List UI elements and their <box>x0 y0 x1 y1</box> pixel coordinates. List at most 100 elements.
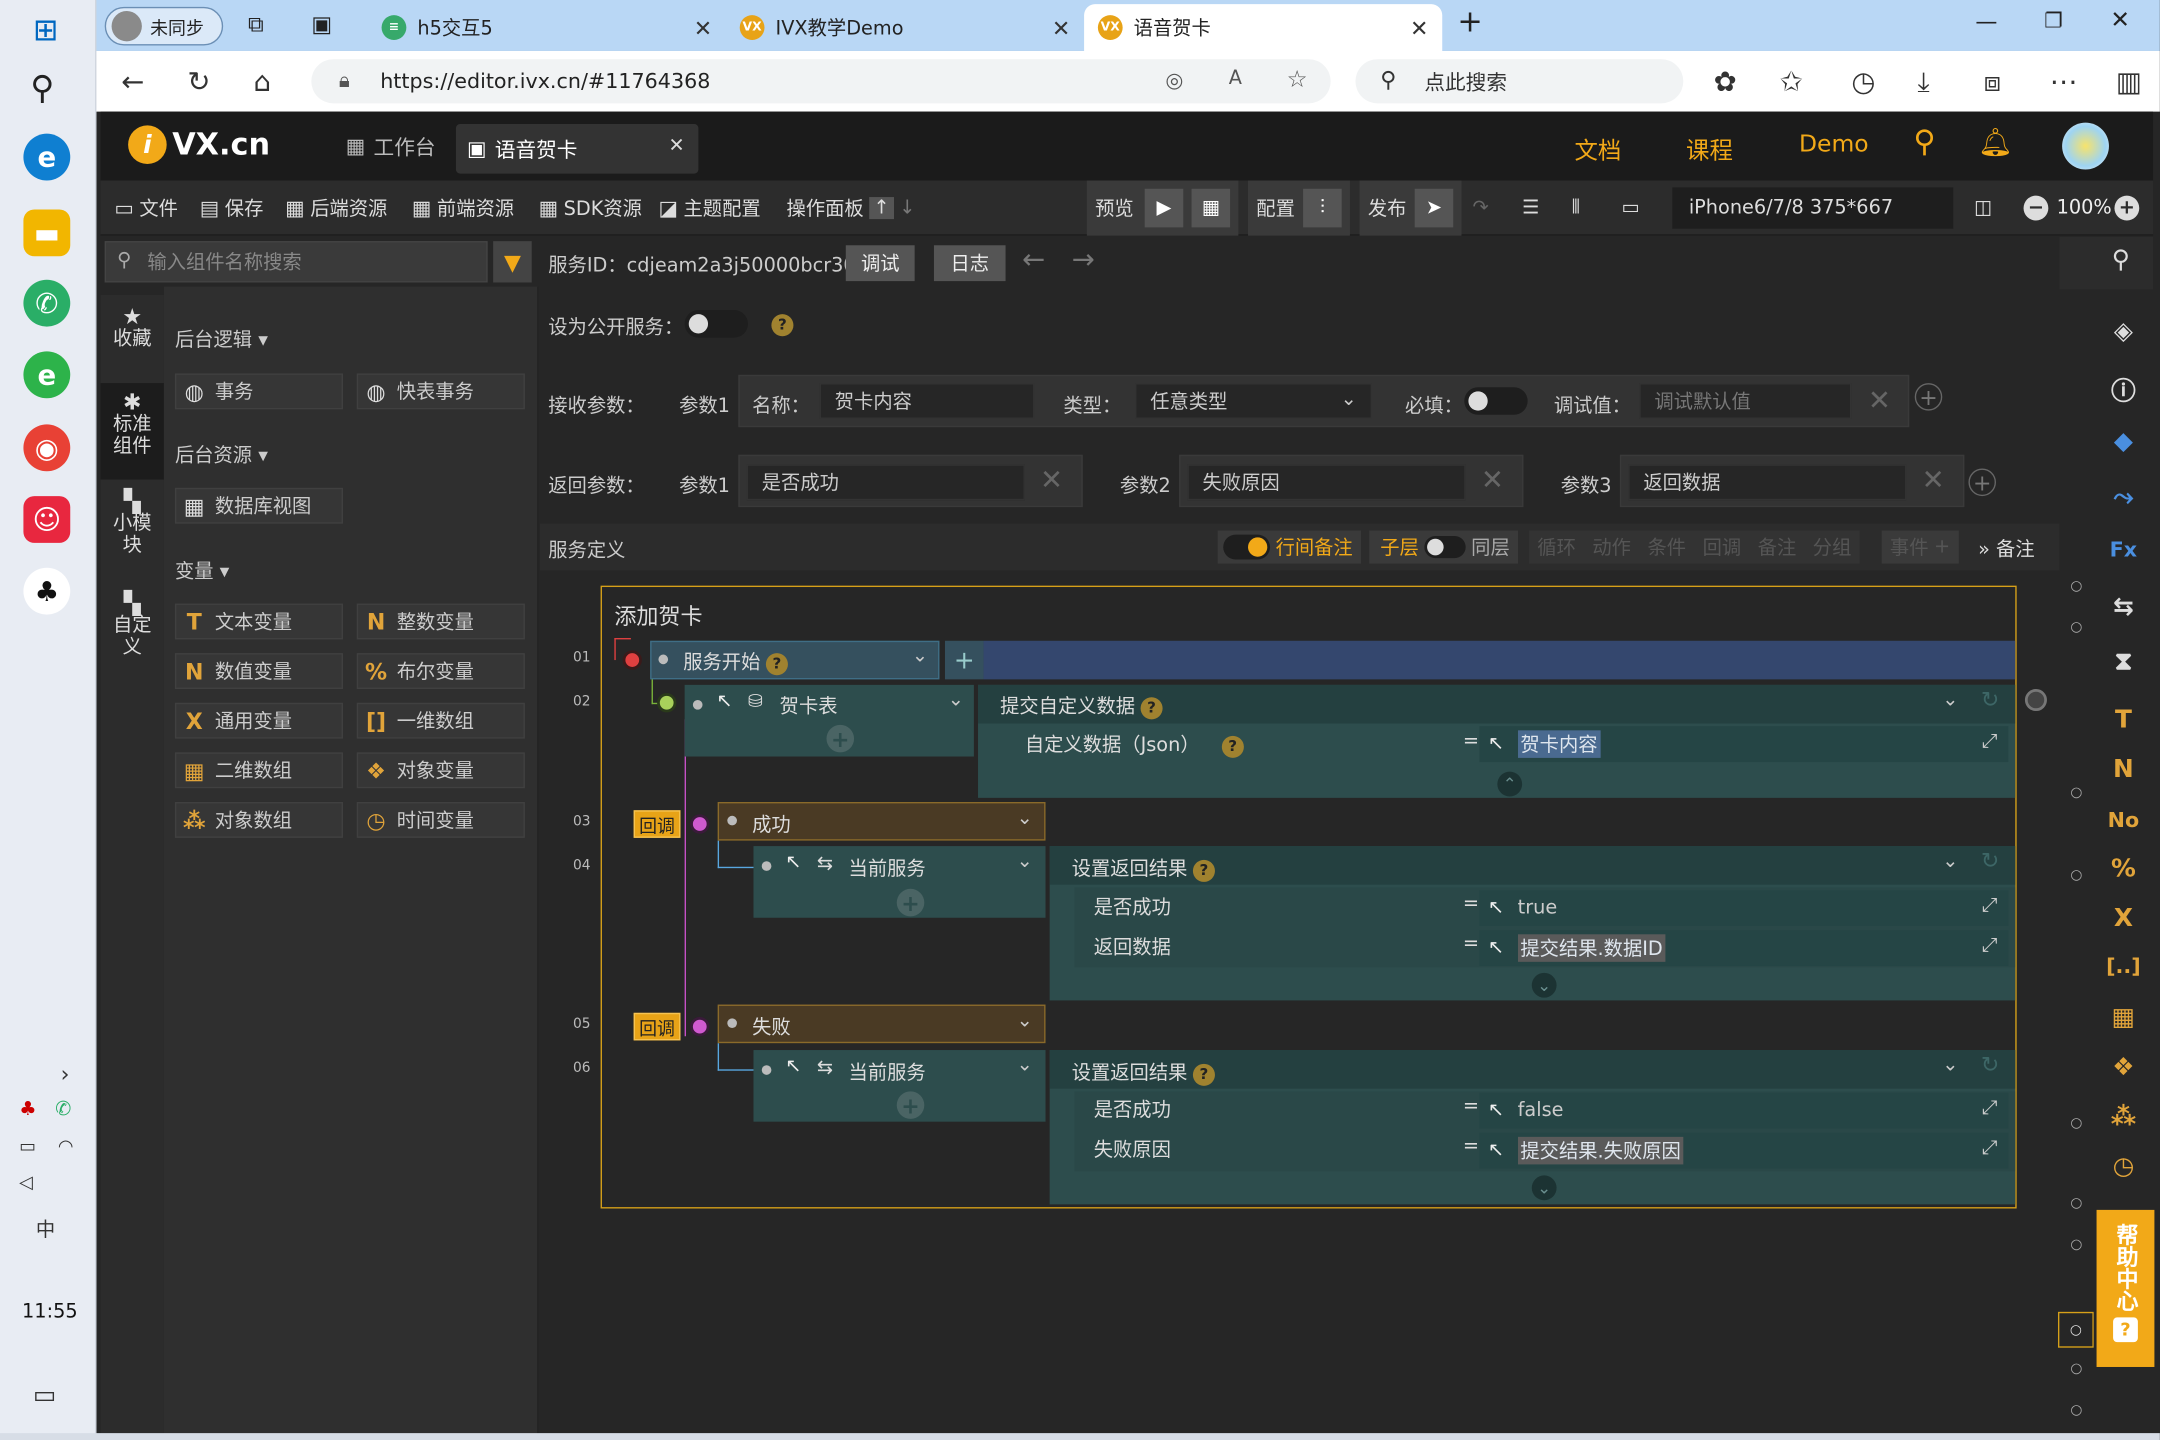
add-block-button[interactable]: + <box>944 640 984 680</box>
screenshot-icon[interactable]: ◫ <box>1974 181 1992 236</box>
tab-voice-card[interactable]: VX 语音贺卡 ✕ <box>1084 4 1443 51</box>
add-child-icon[interactable]: + <box>896 888 925 917</box>
refresh-icon[interactable]: ↻ <box>187 65 210 98</box>
chevron-down-icon[interactable]: ⌄ <box>1942 850 1958 872</box>
qrcode-icon[interactable]: ▦ <box>1191 188 1231 228</box>
refresh-icon[interactable]: ↻ <box>1981 1051 1999 1077</box>
zoom-in-icon[interactable]: + <box>2114 181 2140 236</box>
refresh-icon[interactable]: ↻ <box>1981 686 1999 712</box>
arrow-left-icon[interactable]: ← <box>1022 243 1045 276</box>
app-icon[interactable]: ☺ <box>23 496 71 543</box>
wifi-icon[interactable]: ◠ <box>58 1137 74 1158</box>
help-icon[interactable]: ? <box>1140 696 1163 719</box>
required-toggle[interactable] <box>1464 387 1528 415</box>
qq-icon[interactable]: ♣ <box>23 567 71 615</box>
collapse-up-icon[interactable]: ⌃ <box>1497 771 1523 797</box>
remove-param-icon[interactable]: ✕ <box>1481 463 1504 496</box>
new-tab-icon[interactable]: + <box>1457 6 1482 40</box>
number-var-icon[interactable]: No <box>2094 808 2153 833</box>
theme-config-button[interactable]: ◪ 主题配置 <box>658 181 760 236</box>
device-select[interactable]: iPhone6/7/8 375*667 <box>1672 187 1954 229</box>
rail-standard-components[interactable]: ✱ 标准 组件 <box>100 383 164 480</box>
collapse-down-icon[interactable]: ⌄ <box>1531 972 1557 998</box>
comp-time-var[interactable]: ◷ 时间变量 <box>356 801 525 838</box>
search-icon[interactable]: ⚲ <box>2112 245 2130 274</box>
file-button[interactable]: ▭ 文件 <box>114 181 178 236</box>
comp-fast-transaction[interactable]: ◍ 快表事务 <box>356 373 525 410</box>
ivx-logo[interactable]: i VX.cn <box>128 125 270 164</box>
generic-var-icon[interactable]: X <box>2094 904 2153 933</box>
url-bar[interactable]: 🔒︎ https://editor.ivx.cn/#11764368 ◎ A ☆ <box>311 59 1331 104</box>
comp-2d-array[interactable]: ▦ 二维数组 <box>174 752 343 789</box>
return-param2-input[interactable]: 失败原因 <box>1187 464 1466 501</box>
op-callback[interactable]: 回调 <box>1694 533 1749 561</box>
arrow-down-icon[interactable]: ↓ <box>899 197 915 219</box>
search-icon[interactable]: ⚲ <box>1913 125 1935 159</box>
op-loop[interactable]: 循环 <box>1529 533 1584 561</box>
user-avatar[interactable] <box>2062 122 2109 170</box>
callback-node[interactable] <box>690 1016 710 1037</box>
notification-icon[interactable]: ▭ <box>33 1381 56 1410</box>
log-button[interactable]: 日志 <box>933 245 1006 282</box>
remove-param-icon[interactable]: ✕ <box>1040 463 1063 496</box>
restore-icon[interactable]: ❐ <box>2044 8 2063 33</box>
comp-object-var[interactable]: ❖ 对象变量 <box>356 752 525 789</box>
layer-dot[interactable]: ○ <box>2070 868 2082 883</box>
hourglass-icon[interactable]: ⧗ <box>2094 648 2153 677</box>
help-icon[interactable]: ? <box>771 313 794 336</box>
more-icon[interactable]: ⋯ <box>2050 65 2078 98</box>
close-icon[interactable]: ✕ <box>1052 15 1070 41</box>
chevron-down-icon[interactable]: ⌄ <box>948 689 964 711</box>
download-icon[interactable]: ⤓ <box>1917 65 1929 98</box>
row-note-toggle[interactable]: 行间备注 <box>1217 530 1361 564</box>
return-param1-input[interactable]: 是否成功 <box>746 464 1025 501</box>
comp-generic-var[interactable]: X 通用变量 <box>174 702 343 739</box>
layer-dot[interactable]: ○ <box>2070 1196 2082 1211</box>
public-service-toggle[interactable] <box>684 310 748 338</box>
save-button[interactable]: ▤ 保存 <box>200 181 264 236</box>
bell-icon[interactable]: 🔔︎ <box>1978 125 2013 158</box>
sdk-resources-button[interactable]: ▦ SDK资源 <box>539 181 642 236</box>
close-icon[interactable]: ✕ <box>1410 15 1428 41</box>
favorite-star-icon[interactable]: ☆ <box>1287 66 1308 94</box>
comp-transaction[interactable]: ◍ 事务 <box>174 373 343 410</box>
favorites-icon[interactable]: ✩ <box>1780 65 1803 98</box>
fail-reason-value[interactable]: ↖ 提交结果.失败原因 ⤢ <box>1479 1132 2009 1169</box>
object-array-icon[interactable]: ⁂ <box>2094 1102 2153 1131</box>
tracking-icon[interactable]: ◎ <box>1165 68 1183 93</box>
clock-icon[interactable]: ◷ <box>2094 1152 2153 1181</box>
help-icon[interactable]: ? <box>1192 859 1215 882</box>
chevron-down-icon[interactable]: ⌄ <box>1017 1010 1033 1032</box>
sidebar-icon[interactable]: ▥ <box>2116 65 2142 98</box>
minimize-icon[interactable]: — <box>1975 8 1997 34</box>
object-icon[interactable]: ❖ <box>2094 1053 2153 1082</box>
frontend-resources-button[interactable]: ▦ 前端资源 <box>412 181 514 236</box>
publish-button[interactable]: 发布 ➤ <box>1359 180 1462 236</box>
chat-icon[interactable]: ◆ <box>2094 427 2153 456</box>
layer-dot-active[interactable]: ○ <box>2057 1311 2094 1348</box>
chevron-down-icon[interactable]: ⌄ <box>912 645 928 667</box>
chevron-down-icon[interactable]: ⌄ <box>1942 689 1958 711</box>
zoom-out-icon[interactable]: − <box>2023 181 2049 236</box>
is-success-value[interactable]: ↖ true ⤢ <box>1479 890 2009 927</box>
config-button[interactable]: 配置 ⫶ <box>1248 180 1350 236</box>
collections-icon[interactable]: ⧉ <box>248 11 264 39</box>
comp-bool-var[interactable]: % 布尔变量 <box>356 653 525 689</box>
profile-button[interactable]: 未同步 <box>104 6 224 46</box>
section-backend-logic[interactable]: 后台逻辑 ▾ <box>175 325 268 353</box>
matrix-icon[interactable]: ▦ <box>2094 1003 2153 1032</box>
volume-icon[interactable]: ◁ <box>19 1173 33 1194</box>
callback-node[interactable] <box>690 814 710 834</box>
op-condition[interactable]: 条件 <box>1639 533 1694 561</box>
pointer-icon[interactable]: ↖ <box>716 690 732 712</box>
rail-favorites[interactable]: ★ 收藏 <box>101 305 164 350</box>
extensions-icon[interactable]: ✿ <box>1714 65 1737 98</box>
windows-start-icon[interactable]: ⊞ <box>33 14 58 48</box>
operation-panel-button[interactable]: 操作面板 ↑ ↓ <box>787 181 915 236</box>
comp-object-array[interactable]: ⁂ 对象数组 <box>174 801 343 838</box>
filter-icon[interactable]: ▼ <box>493 241 532 283</box>
refresh-icon[interactable]: ↻ <box>1981 847 1999 873</box>
int-var-icon[interactable]: N <box>2094 755 2153 784</box>
component-search-input[interactable]: ⚲ 输入组件名称搜索 <box>104 241 488 283</box>
rail-custom[interactable]: ▚ 自定 义 <box>101 592 164 659</box>
